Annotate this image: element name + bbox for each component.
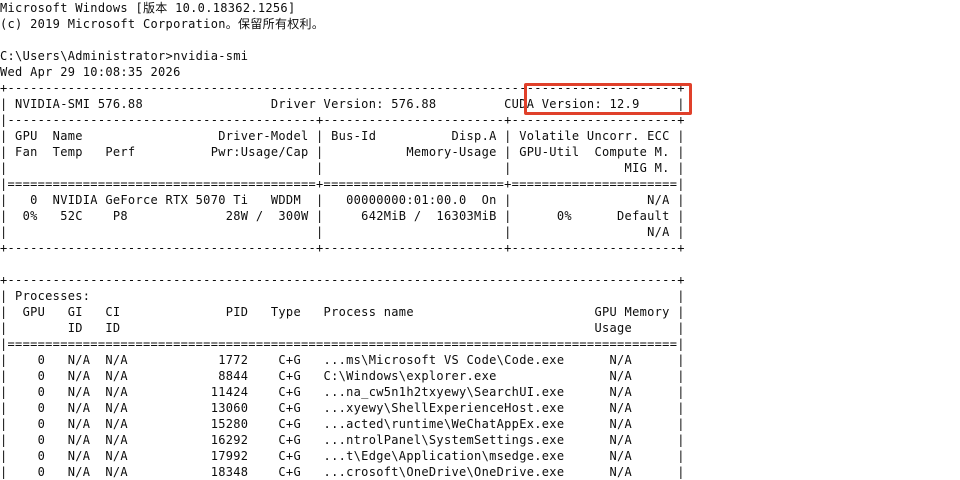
smi-header-row-1: | GPU Name Driver-Model | Bus-Id Disp.A … [0,129,685,143]
process-row: | 0 N/A N/A 16292 C+G ...ntrolPanel\Syst… [0,433,685,447]
process-row: | 0 N/A N/A 8844 C+G C:\Windows\explorer… [0,369,685,383]
command-prompt-line: C:\Users\Administrator>nvidia-smi [0,49,249,63]
process-row: | 0 N/A N/A 1772 C+G ...ms\Microsoft VS … [0,353,685,367]
process-row: | 0 N/A N/A 11424 C+G ...na_cw5n1h2txyew… [0,385,685,399]
smi-border-top: +---------------------------------------… [0,81,685,95]
smi-header-row-2: | Fan Temp Perf Pwr:Usage/Cap | Memory-U… [0,145,685,159]
smi-summary-separator: |---------------------------------------… [0,113,685,127]
gpu-row-3: | | | N/A | [0,225,685,239]
process-row: | 0 N/A N/A 15280 C+G ...acted\runtime\W… [0,417,685,431]
smi-header-row-3: | | | MIG M. | [0,161,685,175]
gpu-row-2: | 0% 52C P8 28W / 300W | 642MiB / 16303M… [0,209,685,223]
smi-summary-row: | NVIDIA-SMI 576.88 Driver Version: 576.… [0,97,685,111]
terminal-window[interactable]: Microsoft Windows [版本 10.0.18362.1256] (… [0,0,960,480]
process-row: | 0 N/A N/A 17992 C+G ...t\Edge\Applicat… [0,449,685,463]
gpu-row-1: | 0 NVIDIA GeForce RTX 5070 Ti WDDM | 00… [0,193,685,207]
processes-header-separator: |=======================================… [0,337,685,351]
timestamp-line: Wed Apr 29 10:08:35 2026 [0,65,181,79]
smi-header-separator: |=======================================… [0,177,685,191]
processes-border-top: +---------------------------------------… [0,273,685,287]
processes-title: | Processes: | [0,289,685,303]
copyright-line: (c) 2019 Microsoft Corporation。保留所有权利。 [0,17,325,31]
process-row: | 0 N/A N/A 18348 C+G ...crosoft\OneDriv… [0,465,685,479]
processes-header-row-1: | GPU GI CI PID Type Process name GPU Me… [0,305,685,319]
windows-version-line: Microsoft Windows [版本 10.0.18362.1256] [0,1,296,15]
smi-border-bottom: +---------------------------------------… [0,241,685,255]
process-row: | 0 N/A N/A 13060 C+G ...xyewy\ShellExpe… [0,401,685,415]
processes-header-row-2: | ID ID Usage | [0,321,685,335]
